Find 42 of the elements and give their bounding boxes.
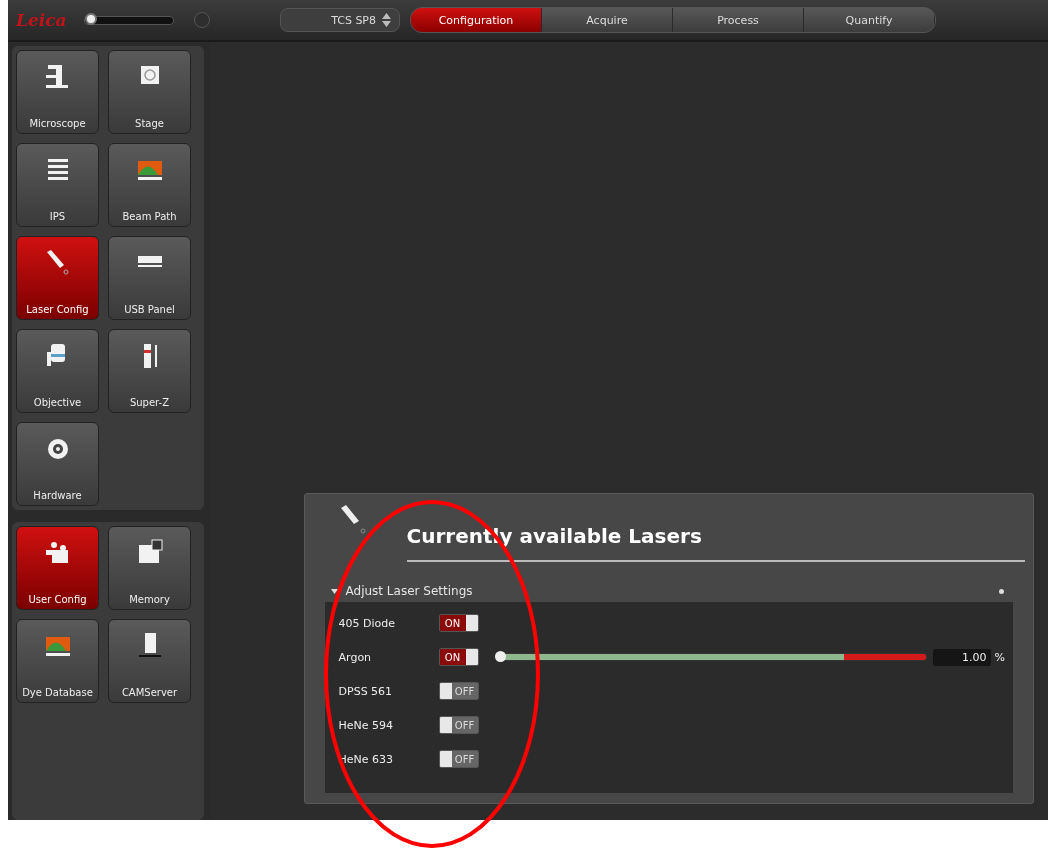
sidebar-tile[interactable]: Stage <box>108 50 191 134</box>
sidebar-tile[interactable]: CAMServer <box>108 619 191 703</box>
laser-toggle[interactable]: ON <box>438 648 479 666</box>
workflow-step[interactable]: Quantify <box>804 8 935 32</box>
sidebar-tile[interactable]: Super-Z <box>108 329 191 413</box>
sidebar-tile[interactable]: Memory <box>108 526 191 610</box>
sidebar-tile[interactable]: Dye Database <box>16 619 99 703</box>
section-title: Adjust Laser Settings <box>345 584 474 598</box>
laser-toggle[interactable]: OFF <box>438 750 479 768</box>
zoom-slider[interactable] <box>84 15 174 25</box>
laser-toggle[interactable]: ON <box>438 614 479 632</box>
power-slider[interactable] <box>494 653 927 661</box>
pin-icon <box>998 587 1005 595</box>
zoom-thumb[interactable] <box>85 12 97 25</box>
laser-name: HeNe 594 <box>338 718 395 732</box>
unit-label: % <box>994 650 1005 664</box>
power-field[interactable]: 1.00 <box>932 648 991 666</box>
sidebar-tile[interactable]: IPS <box>16 143 99 227</box>
workflow-step[interactable]: Configuration <box>411 8 542 32</box>
laser-name: Argon <box>338 650 373 664</box>
expand-icon <box>330 587 338 595</box>
laser-name: 405 Diode <box>338 616 397 630</box>
logo: Leica <box>16 10 68 30</box>
workflow-step[interactable]: Process <box>673 8 804 32</box>
sidebar-tile[interactable]: Hardware <box>16 422 99 506</box>
instrument-selector[interactable]: TCS SP8 <box>280 8 400 32</box>
sidebar-tile[interactable]: Laser Config <box>16 236 99 320</box>
sidebar-tile[interactable]: USB Panel <box>108 236 191 320</box>
sidebar-tile[interactable]: Beam Path <box>108 143 191 227</box>
sidebar-tile[interactable]: User Config <box>16 526 99 610</box>
laser-toggle[interactable]: OFF <box>438 682 479 700</box>
sidebar-tile[interactable]: Objective <box>16 329 99 413</box>
laser-toggle[interactable]: OFF <box>438 716 479 734</box>
section-header[interactable]: Adjust Laser Settings <box>312 562 1025 602</box>
workflow-step[interactable]: Acquire <box>542 8 673 32</box>
laser-name: DPSS 561 <box>338 684 394 698</box>
slider-thumb[interactable] <box>494 651 506 662</box>
sidebar-tile[interactable]: Microscope <box>16 50 99 134</box>
instrument-name: TCS SP8 <box>331 13 376 27</box>
panel-icon <box>137 256 162 267</box>
spinner-icon <box>382 13 391 27</box>
laser-icon <box>338 504 369 536</box>
